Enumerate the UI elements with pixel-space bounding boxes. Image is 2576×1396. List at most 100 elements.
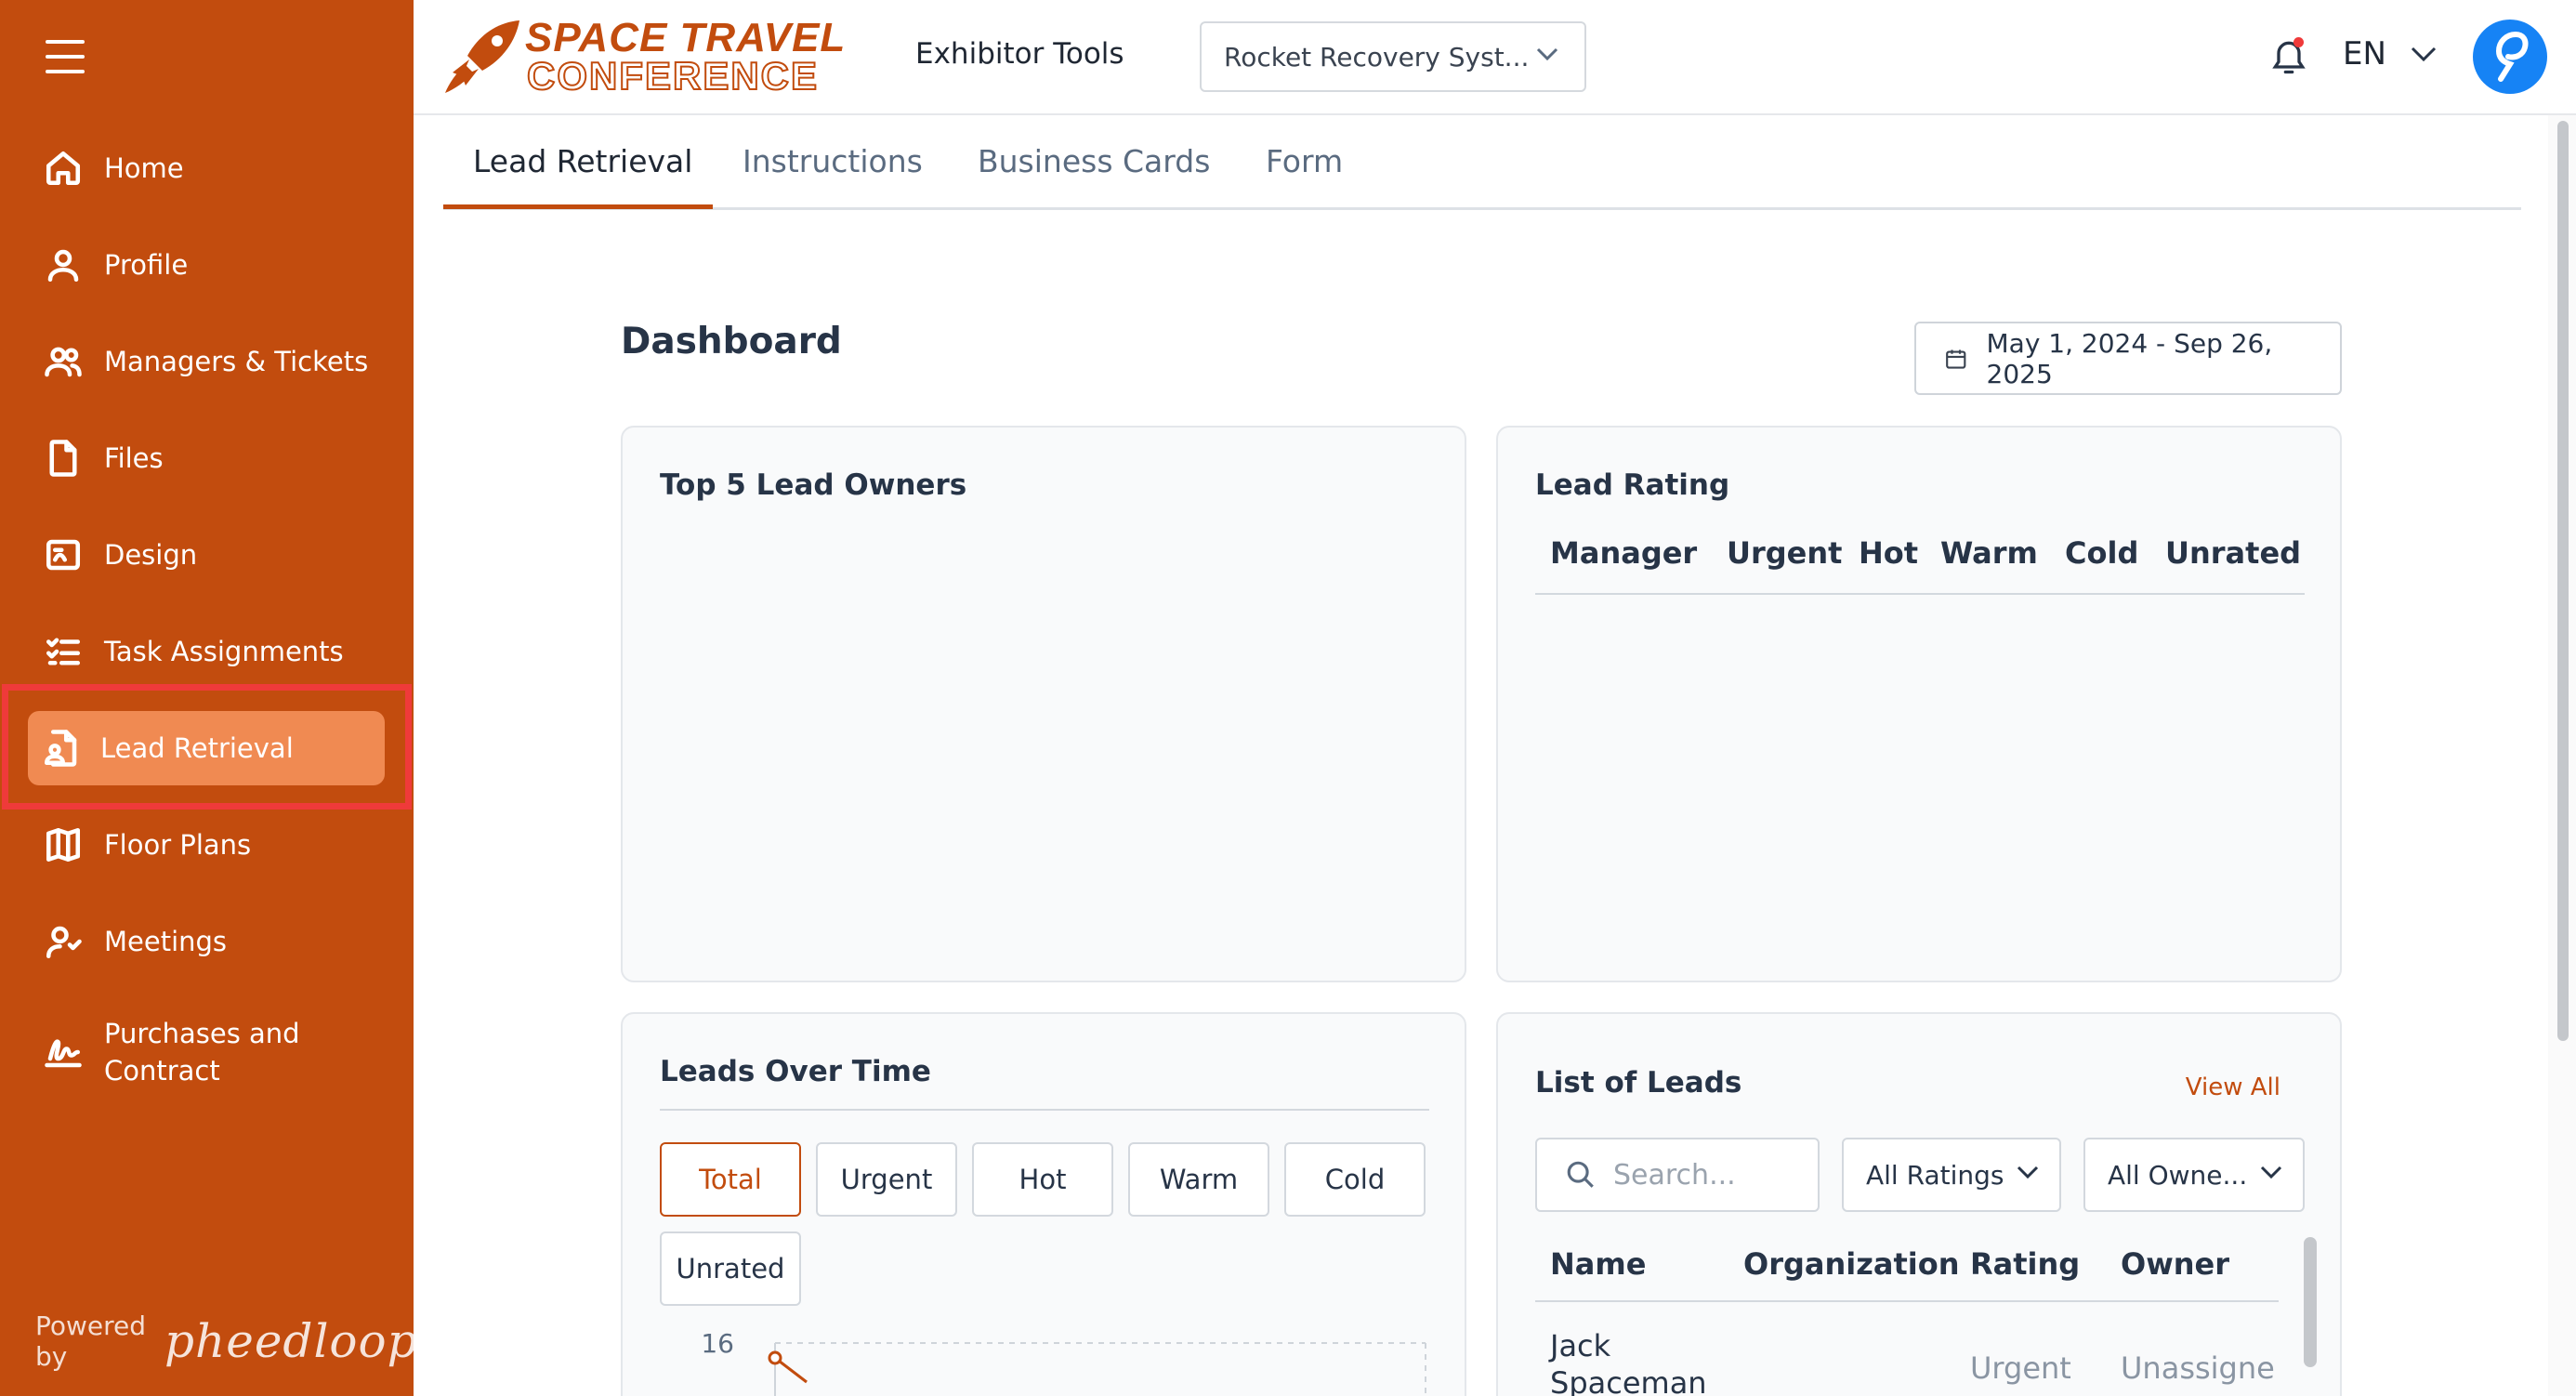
logo-line2: CONFERENCE [526,53,820,99]
column-header: Rating [1970,1246,2081,1282]
sidebar-item-label: Task Assignments [104,636,344,667]
date-range-value: May 1, 2024 - Sep 26, 2025 [1986,327,2273,389]
meeting-icon [43,921,84,962]
sidebar-item-label: Floor Plans [104,829,252,861]
search-input[interactable] [1613,1158,1799,1192]
column-header: Hot [1859,535,1919,571]
view-all-link[interactable]: View All [2186,1073,2280,1101]
sidebar-item-profile[interactable]: Profile [28,228,385,302]
owner-filter-value: All Owne... [2108,1159,2248,1191]
booth-select-value: Rocket Recovery Syst... [1224,41,1530,72]
column-header: Owner [2121,1246,2230,1282]
top-bar: SPACE TRAVEL CONFERENCE Exhibitor Tools … [414,0,2576,115]
data-point [768,1350,782,1365]
sidebar-item-lead-retrieval[interactable]: Lead Retrieval [28,711,385,785]
calendar-icon [1946,349,1966,369]
y-axis-tick: 16 [701,1330,734,1359]
card-title: Leads Over Time [660,1055,931,1088]
column-header: Urgent [1727,535,1843,571]
sidebar-item-task-assignments[interactable]: Task Assignments [28,614,385,689]
filter-urgent-button[interactable]: Urgent [816,1142,957,1217]
chevron-down-icon [2017,1166,2039,1179]
active-tab-indicator [443,204,713,209]
table-scrollbar[interactable] [2304,1237,2317,1367]
menu-icon[interactable] [46,38,85,75]
filter-warm-button[interactable]: Warm [1128,1142,1269,1217]
column-header: Warm [1940,535,2038,571]
home-icon [43,148,84,189]
powered-by-label: Powered by [35,1310,147,1372]
page-scrollbar-thumb[interactable] [2557,121,2569,1041]
leads-over-time-chart: 16 [701,1330,1426,1396]
owner-filter-select[interactable]: All Owne... [2083,1138,2305,1212]
leads-table-header: Name Organization Rating Owner [1535,1246,2279,1302]
search-icon [1567,1161,1594,1188]
sidebar-item-home[interactable]: Home [28,131,385,205]
sidebar-item-label: Files [104,442,164,474]
map-icon [43,824,84,865]
sidebar-item-label: Managers & Tickets [104,346,369,377]
lead-rating-table-header: Manager Urgent Hot Warm Cold Unrated [1535,535,2305,595]
sidebar-item-label: Home [104,152,184,184]
page-title: Exhibitor Tools [915,37,1124,71]
sidebar: Home Profile Managers & Tickets Files De… [0,0,417,1396]
list-of-leads-card: List of Leads View All All Ratings All O… [1496,1012,2342,1396]
chevron-down-icon [1536,47,1558,60]
sidebar-item-label: Design [104,539,198,571]
lead-icon [41,728,82,769]
sidebar-item-purchases-contract[interactable]: Purchases and Contract [28,1013,385,1091]
filter-total-button[interactable]: Total [660,1142,801,1217]
tab-form[interactable]: Form [1266,143,1343,179]
lead-rating-card: Lead Rating Manager Urgent Hot Warm Cold… [1496,426,2342,982]
sidebar-item-label: Profile [104,249,189,281]
chevron-down-icon [2411,46,2436,61]
date-range-picker[interactable]: May 1, 2024 - Sep 26, 2025 [1914,322,2342,395]
rating-filter-select[interactable]: All Ratings [1842,1138,2061,1212]
notification-dot [2293,37,2304,47]
signature-icon [43,1032,84,1073]
tab-business-cards[interactable]: Business Cards [978,143,1210,179]
column-header: Name [1550,1246,1647,1282]
leads-over-time-card: Leads Over Time Total Urgent Hot Warm Co… [621,1012,1466,1396]
design-icon [43,534,84,575]
column-header: Unrated [2165,535,2302,571]
checklist-icon [43,631,84,672]
dashboard-title: Dashboard [621,321,842,362]
search-field[interactable] [1535,1138,1820,1212]
rocket-icon [445,20,519,93]
user-icon [43,244,84,285]
filter-cold-button[interactable]: Cold [1284,1142,1426,1217]
users-icon [43,341,84,382]
card-title: List of Leads [1535,1066,1742,1100]
filter-unrated-button[interactable]: Unrated [660,1231,801,1306]
file-icon [43,438,84,479]
lead-name-line1: Jack [1550,1328,1611,1363]
card-title: Lead Rating [1535,468,1730,502]
lead-rating: Urgent [1970,1350,2071,1386]
pheedloop-logo: pheedloop [164,1314,418,1368]
column-header: Manager [1550,535,1698,571]
card-title: Top 5 Lead Owners [660,468,967,502]
lead-name-line2: Spaceman [1550,1365,1707,1396]
conference-logo[interactable]: SPACE TRAVEL CONFERENCE [441,13,864,99]
rating-filter-value: All Ratings [1866,1159,2004,1191]
sidebar-item-label: Lead Retrieval [100,732,294,764]
sidebar-item-label: Purchases and Contract [104,1018,300,1087]
language-value: EN [2343,35,2386,72]
notification-bell-icon[interactable] [2268,35,2309,78]
tab-lead-retrieval[interactable]: Lead Retrieval [473,143,692,179]
sidebar-item-floor-plans[interactable]: Floor Plans [28,808,385,882]
language-select[interactable]: EN [2343,35,2437,72]
avatar[interactable] [2473,20,2547,94]
sidebar-item-meetings[interactable]: Meetings [28,904,385,979]
user-logo-icon [2495,32,2529,82]
filter-hot-button[interactable]: Hot [972,1142,1113,1217]
sidebar-item-managers-tickets[interactable]: Managers & Tickets [28,324,385,399]
lead-owner: Unassigne [2121,1350,2275,1386]
sidebar-item-files[interactable]: Files [28,421,385,495]
booth-select[interactable]: Rocket Recovery Syst... [1200,21,1586,92]
tab-instructions[interactable]: Instructions [743,143,923,179]
sidebar-item-design[interactable]: Design [28,518,385,592]
sidebar-item-label: Meetings [104,926,228,957]
powered-by: Powered by pheedloop [35,1310,418,1372]
